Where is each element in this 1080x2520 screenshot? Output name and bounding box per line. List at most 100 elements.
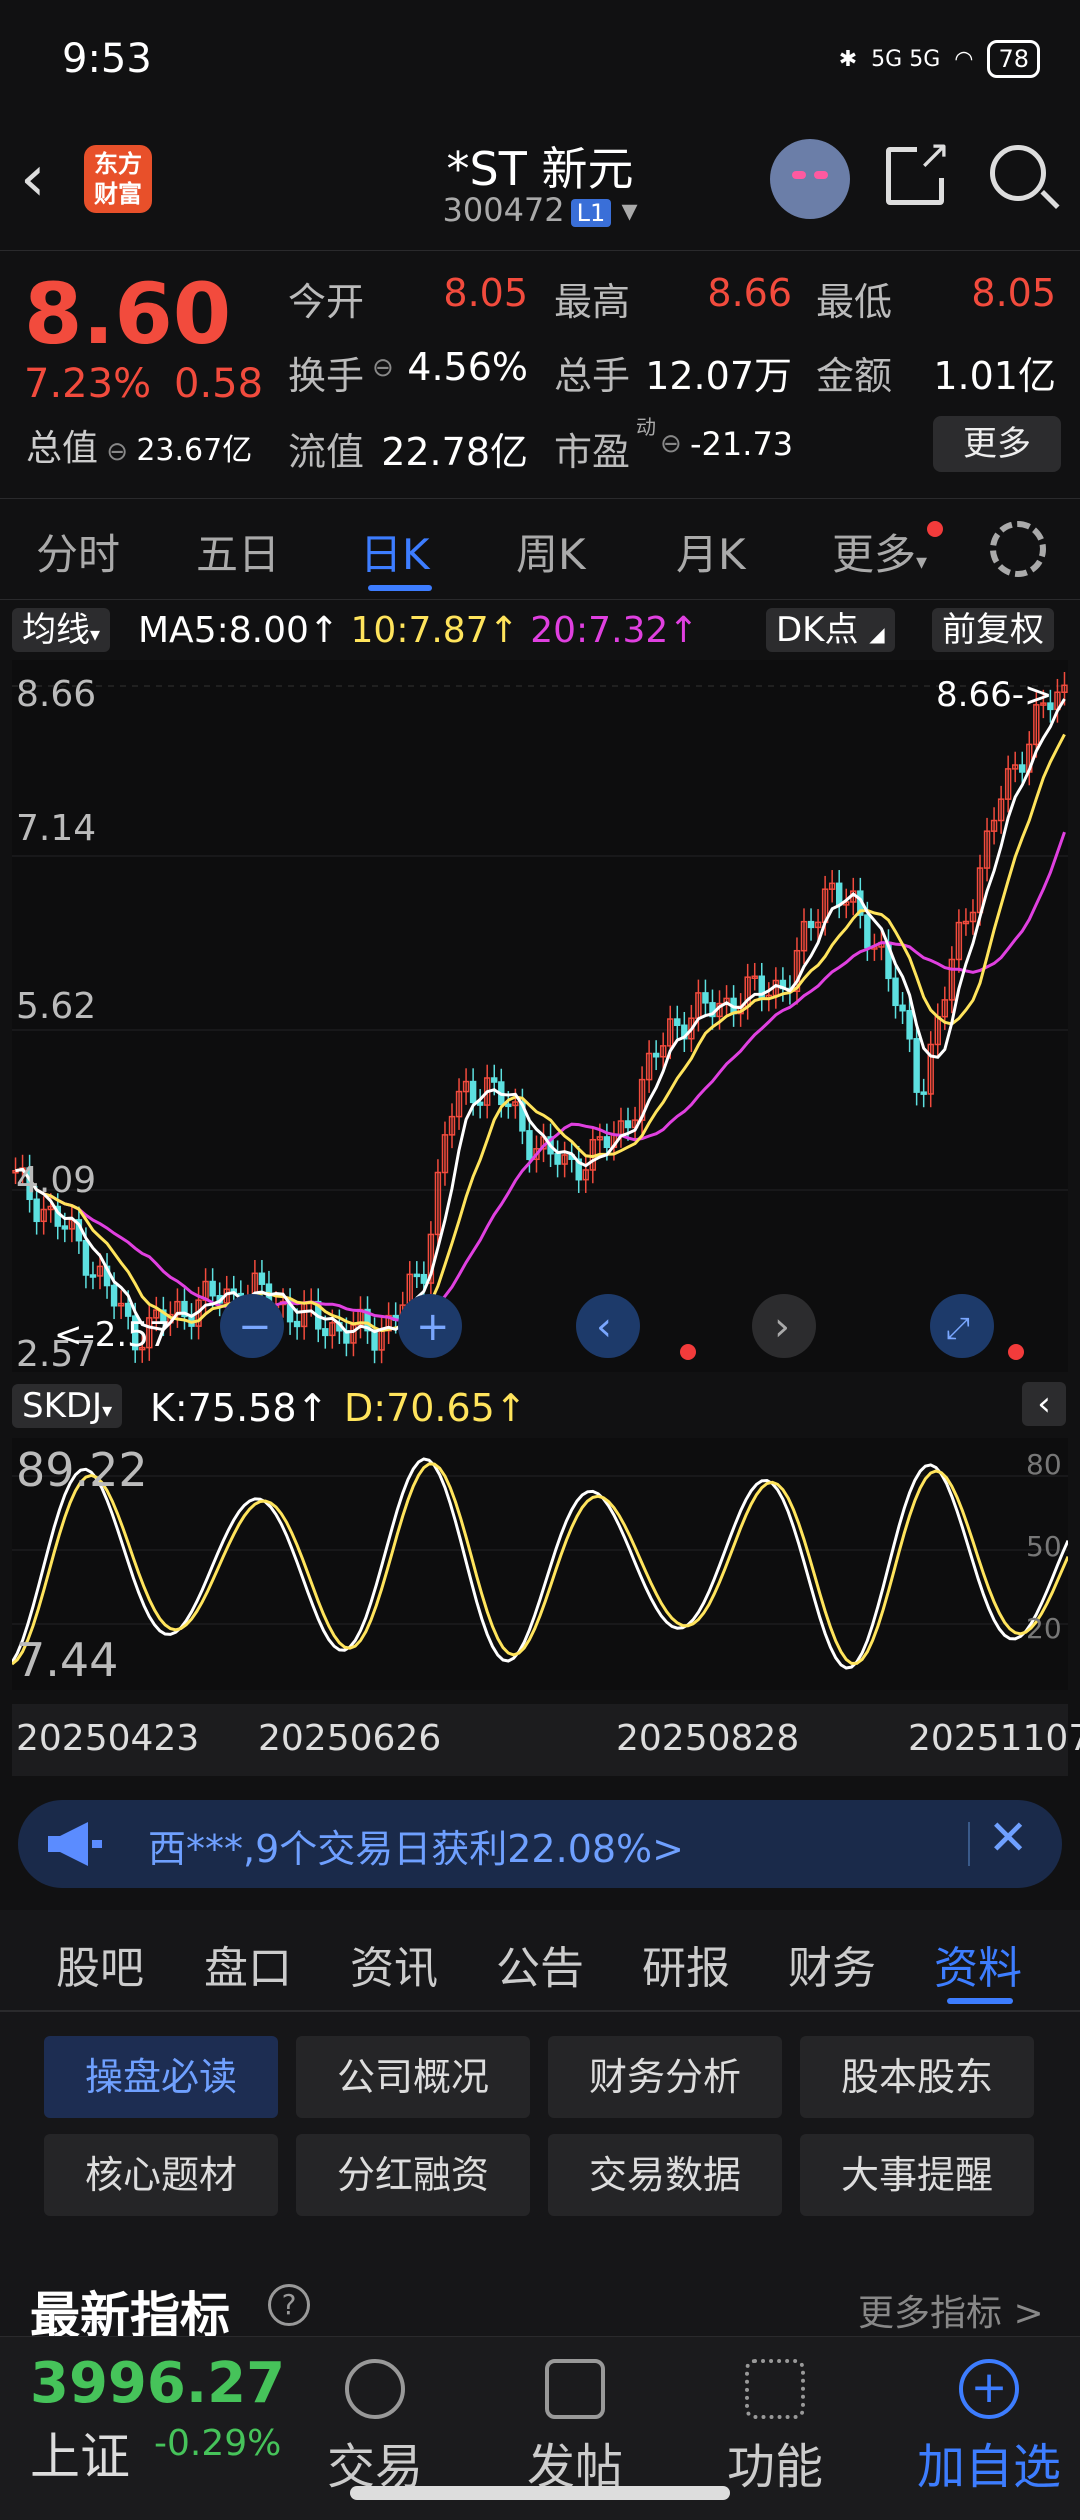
btn-shareholders[interactable]: 股本股东 bbox=[800, 2036, 1034, 2118]
date-label: 20250828 bbox=[616, 1718, 800, 1759]
nav-post[interactable]: 发帖 bbox=[500, 2359, 650, 2497]
help-icon[interactable]: ? bbox=[268, 2284, 310, 2326]
tab-research[interactable]: 研报 bbox=[642, 1932, 730, 1996]
status-icons: ✱ 5G 5G ◠ 78 bbox=[839, 40, 1040, 78]
tab-intraday[interactable]: 分时 bbox=[36, 521, 120, 582]
level-badge: L1 bbox=[570, 199, 612, 227]
stock-name[interactable]: *ST 新元 bbox=[340, 133, 740, 199]
pe-dynamic-tag: 动 bbox=[636, 415, 656, 439]
active-tab-indicator bbox=[947, 1998, 1013, 2004]
candle-body bbox=[920, 1091, 927, 1095]
candle-body bbox=[322, 1328, 329, 1337]
tab-monthly-k[interactable]: 月K bbox=[676, 521, 746, 582]
stock-code[interactable]: 300472 L1 ▾ bbox=[340, 191, 740, 229]
low-label: 最低 bbox=[816, 280, 893, 324]
ma10-value: 10:7.87 bbox=[350, 610, 489, 651]
candle-body bbox=[1019, 764, 1026, 773]
bluetooth-icon: ✱ bbox=[838, 46, 858, 72]
info-circle-icon: ⊖ bbox=[660, 429, 682, 459]
kdj-indicator-label: SKDJ bbox=[22, 1386, 103, 1426]
candle-body bbox=[491, 1077, 498, 1083]
date-axis: 20250423 20250626 20250828 20251107 bbox=[12, 1704, 1080, 1776]
candle-body bbox=[913, 1038, 920, 1093]
nav-trade[interactable]: 交易 bbox=[300, 2359, 450, 2497]
candlestick-chart[interactable]: 8.66 7.14 5.62 4.09 2.57 8.66-> <-2.57 −… bbox=[12, 660, 1068, 1372]
tab-five-day[interactable]: 五日 bbox=[196, 521, 280, 582]
d-value: D:70.65↑ bbox=[344, 1386, 527, 1430]
nav-add-watchlist[interactable]: + 加自选 bbox=[904, 2359, 1074, 2497]
candle-body bbox=[702, 992, 709, 1004]
candle-body bbox=[906, 1009, 913, 1040]
gear-icon[interactable] bbox=[990, 521, 1046, 577]
collapse-button[interactable]: ‹ bbox=[1022, 1382, 1066, 1426]
active-tab-indicator bbox=[368, 585, 432, 591]
quote-more-button[interactable]: 更多 bbox=[933, 416, 1061, 472]
kdj-selector[interactable]: SKDJ▾ bbox=[12, 1384, 123, 1428]
chart-header: 均线▾ MA5:8.00↑ 10:7.87↑ 20:7.32↑ DK点 ◢ 前复… bbox=[0, 604, 1080, 658]
close-icon[interactable]: ✕ bbox=[988, 1810, 1028, 1866]
search-icon[interactable] bbox=[990, 145, 1046, 201]
btn-dividends[interactable]: 分红融资 bbox=[296, 2134, 530, 2216]
y-tick: 8.66 bbox=[16, 674, 96, 715]
btn-core-themes[interactable]: 核心题材 bbox=[44, 2134, 278, 2216]
nav-functions[interactable]: 功能 bbox=[700, 2359, 850, 2497]
btn-event-reminders[interactable]: 大事提醒 bbox=[800, 2134, 1034, 2216]
profit-banner[interactable]: 西***,9个交易日获利22.08%> ✕ bbox=[18, 1800, 1062, 1888]
tab-more[interactable]: 更多▾ bbox=[832, 521, 927, 582]
last-price: 8.60 bbox=[24, 265, 232, 363]
divider bbox=[968, 1822, 970, 1866]
candle-body bbox=[61, 1225, 69, 1230]
caret-down-icon: ▾ bbox=[916, 550, 928, 575]
kdj-chart[interactable]: 89.22 7.44 80 50 20 bbox=[12, 1438, 1068, 1690]
candle-body bbox=[420, 1273, 428, 1284]
date-label: 20250626 bbox=[258, 1718, 442, 1759]
tab-finance[interactable]: 财务 bbox=[788, 1932, 876, 1996]
candle-body bbox=[835, 882, 843, 906]
index-name[interactable]: 上证 bbox=[30, 2417, 130, 2489]
float-cap-label: 流值 bbox=[288, 430, 365, 474]
more-indicators-link[interactable]: 更多指标 > bbox=[858, 2284, 1044, 2336]
adjust-button[interactable]: 前复权 bbox=[932, 608, 1054, 652]
index-value[interactable]: 3996.27 bbox=[30, 2351, 285, 2416]
pe-label: 市盈 bbox=[554, 430, 631, 474]
btn-financial-analysis[interactable]: 财务分析 bbox=[548, 2036, 782, 2118]
caret-down-icon: ▾ bbox=[102, 1398, 113, 1422]
svg-text:›: › bbox=[774, 1304, 790, 1350]
btn-trading-guide[interactable]: 操盘必读 bbox=[44, 2036, 278, 2118]
dk-label: DK点 bbox=[776, 610, 859, 650]
yen-circle-icon bbox=[345, 2359, 405, 2419]
tab-news[interactable]: 资讯 bbox=[350, 1932, 438, 1996]
low-value: 8.05 bbox=[971, 271, 1056, 315]
tab-announcements[interactable]: 公告 bbox=[496, 1932, 584, 1996]
candle-body bbox=[258, 1272, 266, 1285]
amount-value: 1.01亿 bbox=[933, 354, 1056, 398]
caret-down-icon: ▾ bbox=[90, 622, 101, 646]
share-icon[interactable] bbox=[886, 132, 951, 205]
tab-weekly-k[interactable]: 周K bbox=[516, 521, 586, 582]
signal-icon: 5G 5G bbox=[871, 46, 941, 72]
top-nav: ‹ 东方财富 *ST 新元 300472 L1 ▾ bbox=[0, 125, 1080, 245]
ai-assistant-icon[interactable] bbox=[770, 139, 850, 219]
kdj-y-tick: 7.44 bbox=[16, 1633, 118, 1687]
market-cap[interactable]: 总值 ⊖ 23.67亿 bbox=[26, 419, 252, 471]
back-arrow-icon[interactable]: ‹ bbox=[20, 147, 46, 211]
tab-order-book[interactable]: 盘口 bbox=[204, 1932, 292, 1996]
battery-icon: 78 bbox=[987, 40, 1040, 78]
info-circle-icon: ⊖ bbox=[98, 437, 137, 467]
tab-profile[interactable]: 资料 bbox=[934, 1932, 1022, 1996]
notification-dot bbox=[927, 521, 943, 537]
tab-forum[interactable]: 股吧 bbox=[56, 1932, 144, 1996]
btn-company-overview[interactable]: 公司概况 bbox=[296, 2036, 530, 2118]
dk-point-button[interactable]: DK点 ◢ bbox=[766, 608, 895, 652]
candle-body bbox=[110, 1284, 118, 1307]
low-marker: <-2.57 bbox=[54, 1315, 170, 1355]
candle-body bbox=[624, 1120, 632, 1129]
candle-body bbox=[89, 1274, 97, 1278]
candle-body bbox=[603, 1136, 611, 1149]
candle-body bbox=[892, 977, 899, 1007]
change-percent: 7.23% bbox=[24, 361, 152, 407]
btn-trading-data[interactable]: 交易数据 bbox=[548, 2134, 782, 2216]
indicator-selector[interactable]: 均线▾ bbox=[12, 608, 111, 652]
tab-daily-k[interactable]: 日K bbox=[360, 521, 430, 582]
megaphone-icon bbox=[48, 1822, 102, 1866]
